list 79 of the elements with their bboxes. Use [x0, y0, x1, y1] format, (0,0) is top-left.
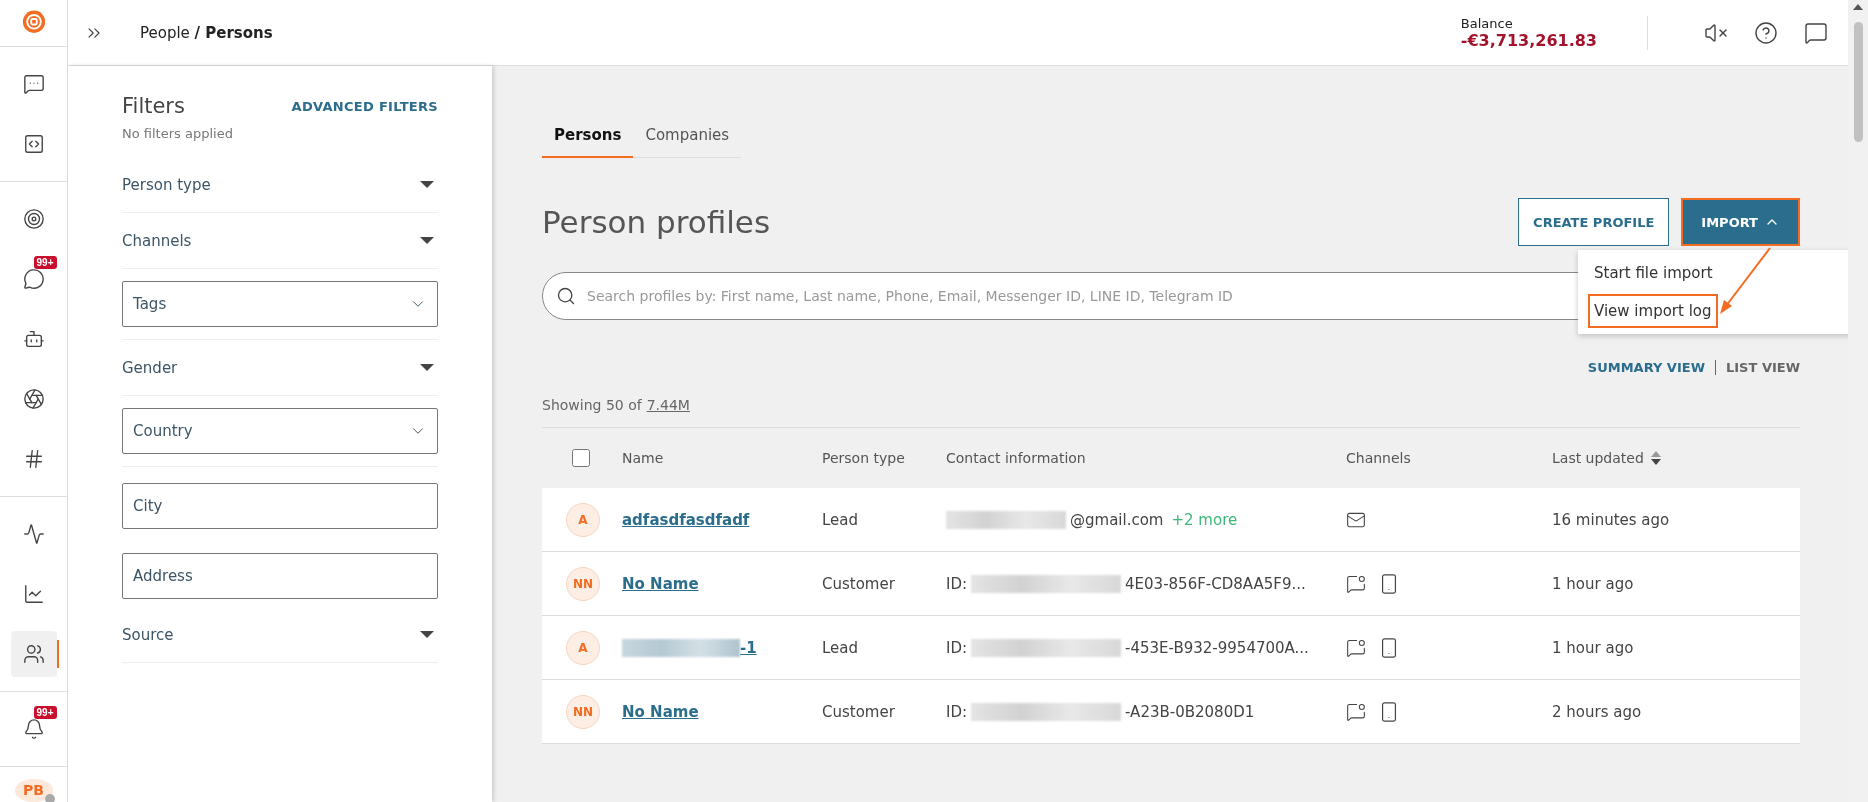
view-toggle-link[interactable]: SUMMARY VIEW: [1577, 360, 1715, 375]
filter-select[interactable]: Country: [122, 408, 438, 454]
notification-badge: 99+: [33, 705, 57, 719]
profile-name-link[interactable]: adfasdfasdfadf: [622, 510, 750, 529]
tab[interactable]: Companies: [633, 114, 742, 158]
contact-info: 4E03-856F-CD8AA5F9...: [1125, 574, 1306, 593]
balance-label: Balance: [1460, 15, 1514, 31]
nav-item[interactable]: 99+: [10, 705, 57, 752]
import-button[interactable]: IMPORT: [1681, 198, 1800, 246]
search-icon: [556, 286, 576, 306]
feedback-button[interactable]: [1804, 20, 1828, 45]
target-icon: [22, 207, 45, 230]
advanced-filters-link[interactable]: ADVANCED FILTERS: [291, 98, 438, 114]
avatar-initials: NN: [566, 694, 600, 729]
contact-prefix: ID:: [946, 574, 968, 593]
filter-input[interactable]: Address: [122, 553, 438, 599]
avatar-initials: A: [566, 630, 600, 665]
last-updated: 16 minutes ago: [1552, 510, 1671, 529]
create-profile-button[interactable]: CREATE PROFILE: [1518, 198, 1670, 246]
profile-name-link[interactable]: No Name: [622, 702, 699, 721]
profile-name-link[interactable]: No Name: [622, 574, 699, 593]
filter-dropdown[interactable]: Source: [122, 607, 438, 663]
view-toggle-link[interactable]: LIST VIEW: [1715, 360, 1800, 375]
annotation-arrow: [1720, 247, 1771, 314]
page-title: Person profiles: [542, 204, 771, 240]
chart-icon: [22, 582, 45, 605]
filters-status: No filters applied: [122, 126, 234, 141]
profile-name-link[interactable]: -1: [740, 638, 757, 657]
help-button[interactable]: [1754, 20, 1778, 45]
people-icon: [22, 642, 45, 665]
code-icon: [22, 132, 45, 155]
help-icon: [1754, 20, 1778, 45]
column-header: Name: [622, 450, 665, 466]
message-icon: [1346, 637, 1366, 658]
filter-dropdown[interactable]: Person type: [122, 157, 438, 213]
filter-dropdown[interactable]: Gender: [122, 340, 438, 396]
scrollbar[interactable]: [1848, 0, 1868, 802]
activity-icon: [22, 522, 45, 545]
notification-badge: 99+: [33, 255, 57, 269]
nav-item[interactable]: [10, 630, 57, 677]
person-type: Lead: [822, 638, 860, 657]
message-icon: [1804, 20, 1828, 45]
message-icon: [1346, 573, 1366, 594]
menu-item[interactable]: View import log: [1588, 294, 1718, 328]
message-icon: [1346, 701, 1366, 722]
bell-icon: [22, 717, 45, 740]
chat-icon: [22, 72, 45, 95]
sort-icon: [1649, 450, 1662, 466]
last-updated: 1 hour ago: [1552, 574, 1635, 593]
filter-select[interactable]: Tags: [122, 281, 438, 327]
filter-dropdown[interactable]: Channels: [122, 213, 438, 269]
balance-value: -€3,713,261.83: [1460, 30, 1597, 50]
contact-info: -A23B-0B2080D1: [1125, 702, 1255, 721]
avatar-initials: A: [566, 502, 600, 537]
avatar-initials: NN: [566, 566, 600, 601]
contact-prefix: ID:: [946, 702, 968, 721]
select-all-checkbox[interactable]: [572, 449, 590, 467]
contact-info: @gmail.com: [1070, 510, 1164, 529]
status-dot: [44, 794, 55, 802]
last-updated: 1 hour ago: [1552, 638, 1635, 657]
person-type: Customer: [822, 574, 896, 593]
chat-icon: [22, 267, 45, 290]
person-type: Customer: [822, 702, 896, 721]
filters-title: Filters: [122, 94, 185, 118]
column-header: Person type: [822, 450, 906, 466]
person-type: Lead: [822, 510, 860, 529]
column-header: Contact information: [946, 450, 1087, 466]
breadcrumb: People / Persons: [140, 23, 274, 42]
aperture-icon: [22, 387, 45, 410]
tab[interactable]: Persons: [542, 114, 634, 158]
filter-input[interactable]: City: [122, 483, 438, 529]
contact-prefix: ID:: [946, 638, 968, 657]
column-header: Channels: [1346, 450, 1412, 466]
total-count-link[interactable]: 7.44M: [646, 397, 690, 413]
column-header[interactable]: Last updated: [1552, 450, 1800, 466]
contact-info: -453E-B932-9954700A...: [1125, 638, 1309, 657]
last-updated: 2 hours ago: [1552, 702, 1643, 721]
results-count: Showing 50 of: [542, 397, 642, 413]
nav-item[interactable]: 99+: [10, 255, 57, 302]
